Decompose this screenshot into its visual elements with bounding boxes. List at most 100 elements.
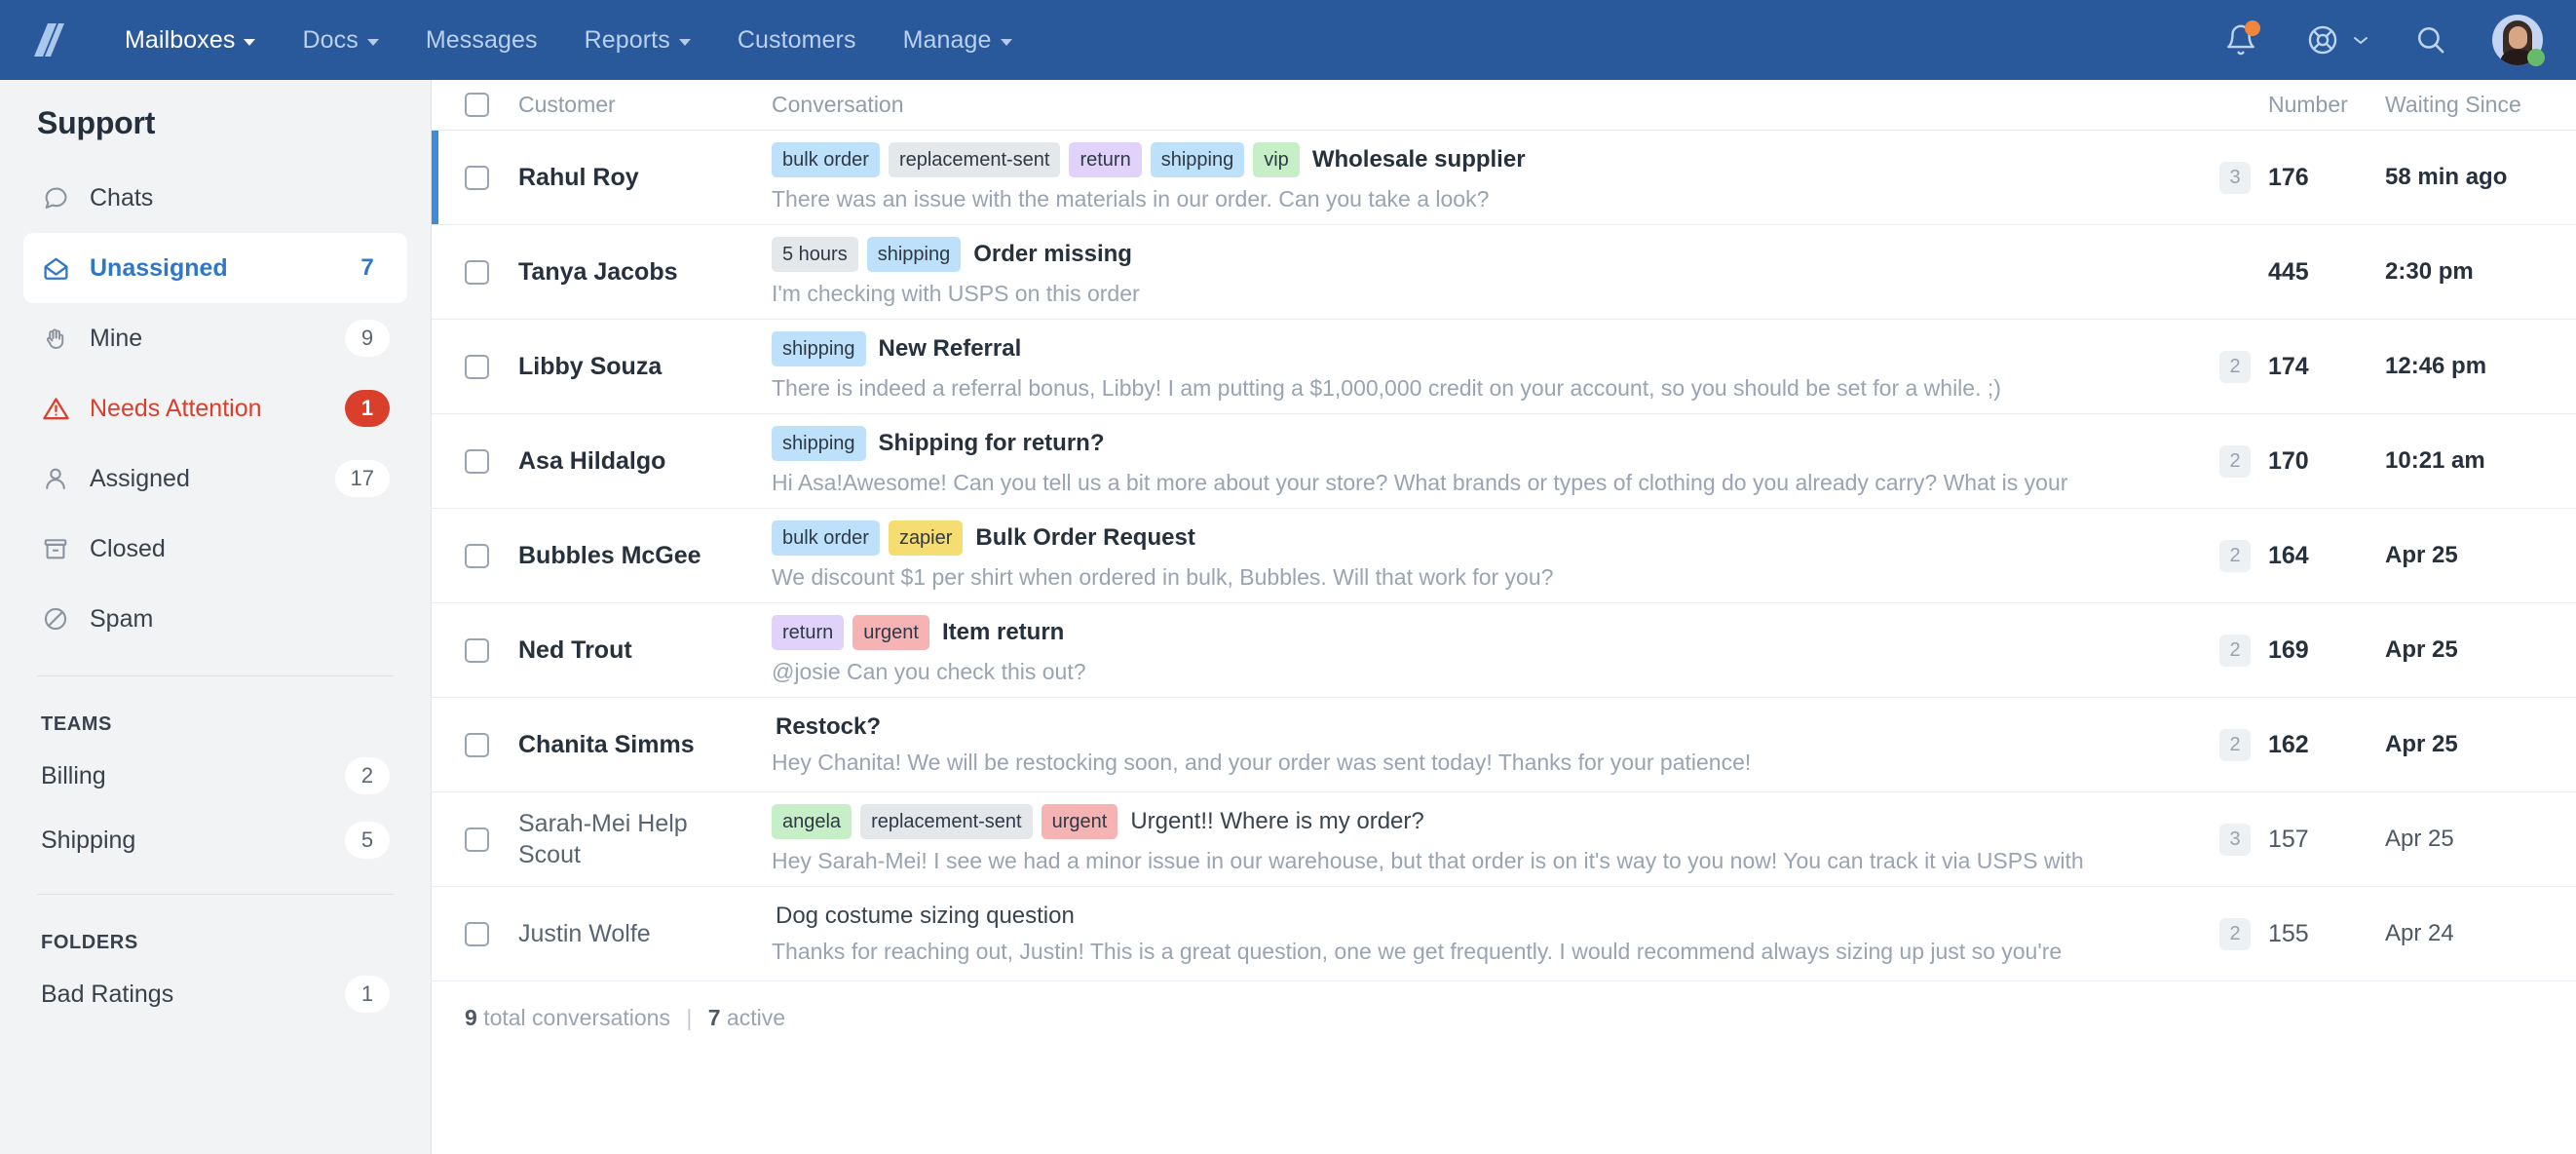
thread-count-badge: 3 xyxy=(2219,161,2251,194)
primary-nav-items: Mailboxes Docs Messages Reports Customer… xyxy=(101,17,1036,64)
conversation-cell: shipping Shipping for return? Hi Asa!Aweso… xyxy=(750,425,2202,497)
sidebar-item-spam[interactable]: Spam xyxy=(23,584,407,654)
sidebar-item-bad-ratings[interactable]: Bad Ratings 1 xyxy=(23,962,407,1026)
conversation-tag[interactable]: bulk order xyxy=(772,141,880,177)
conversation-tag[interactable]: replacement-sent xyxy=(888,141,1061,177)
thread-count-cell: 2 xyxy=(2202,444,2268,478)
search-icon xyxy=(2417,26,2444,54)
nav-item-docs[interactable]: Docs xyxy=(279,17,401,64)
chevron-down-icon xyxy=(244,38,256,46)
table-row[interactable]: Rahul Roy bulk order replacement-sent retur… xyxy=(432,131,2576,225)
row-select-checkbox[interactable] xyxy=(465,827,489,852)
table-row[interactable]: Sarah-Mei Help Scout angela replacement-se… xyxy=(432,792,2576,887)
conversation-tag[interactable]: urgent xyxy=(852,614,929,650)
nav-item-customers-label: Customers xyxy=(737,25,856,54)
sidebar-item-assigned-label: Assigned xyxy=(90,464,190,492)
no-entry-icon xyxy=(41,604,70,634)
nav-item-customers[interactable]: Customers xyxy=(714,17,880,64)
table-row[interactable]: Chanita Simms Restock? Hey Chanita! We wil… xyxy=(432,698,2576,792)
app-body: Support Chats Unassigned 7 Mine 9 Needs … xyxy=(0,80,2576,1154)
sidebar-item-needs-attention-count: 1 xyxy=(345,390,390,427)
active-conversations-count: 7 xyxy=(707,1005,721,1030)
conversation-subject: Order missing xyxy=(973,240,1132,267)
sidebar-item-assigned[interactable]: Assigned 17 xyxy=(23,443,407,514)
customer-cell: Sarah-Mei Help Scout xyxy=(489,808,750,870)
chevron-down-icon xyxy=(1000,38,1012,46)
table-row[interactable]: Justin Wolfe Dog costume sizing question T… xyxy=(432,887,2576,981)
column-header-conversation[interactable]: Conversation xyxy=(750,92,2202,118)
sidebar-item-billing-label: Billing xyxy=(41,761,106,789)
row-select-checkbox[interactable] xyxy=(465,637,489,663)
customer-name: Chanita Simms xyxy=(518,731,695,758)
sidebar-item-assigned-count: 17 xyxy=(334,460,390,497)
sidebar-item-unassigned[interactable]: Unassigned 7 xyxy=(23,233,407,303)
conversation-tag[interactable]: shipping xyxy=(772,330,866,366)
conversation-preview: We discount $1 per shirt when ordered in… xyxy=(772,563,1554,590)
conversation-tag[interactable]: replacement-sent xyxy=(860,803,1033,839)
table-row[interactable]: Libby Souza shipping New Referral There is … xyxy=(432,320,2576,414)
thread-count-cell: 3 xyxy=(2202,823,2268,856)
conversation-preview: There is indeed a referral bonus, Libby!… xyxy=(772,374,2001,401)
conversation-tag[interactable]: shipping xyxy=(772,425,866,461)
table-row[interactable]: Tanya Jacobs 5 hours shipping Order missing… xyxy=(432,225,2576,320)
column-header-waiting-since[interactable]: Waiting Since xyxy=(2385,92,2576,118)
nav-item-messages[interactable]: Messages xyxy=(402,17,561,64)
sidebar-item-mine[interactable]: Mine 9 xyxy=(23,303,407,373)
sidebar-item-shipping[interactable]: Shipping 5 xyxy=(23,808,407,872)
sidebar-item-chats[interactable]: Chats xyxy=(23,163,407,233)
conversation-tag[interactable]: vip xyxy=(1253,141,1300,177)
conversation-tag[interactable]: urgent xyxy=(1041,803,1118,839)
customer-name: Tanya Jacobs xyxy=(518,258,678,286)
row-select-checkbox[interactable] xyxy=(465,543,489,568)
customer-name: Rahul Roy xyxy=(518,164,639,191)
row-select-checkbox[interactable] xyxy=(465,732,489,757)
nav-item-manage-label: Manage xyxy=(902,25,992,54)
nav-item-reports[interactable]: Reports xyxy=(561,17,714,64)
select-all-checkbox[interactable] xyxy=(465,93,489,117)
conversation-tag[interactable]: shipping xyxy=(1150,141,1245,177)
conversation-number: 170 xyxy=(2268,446,2309,475)
conversation-cell: angela replacement-sent urgent Urgent!! Whe… xyxy=(750,803,2202,875)
row-select-checkbox[interactable] xyxy=(465,165,489,190)
notifications-button[interactable] xyxy=(2220,19,2261,60)
row-select-checkbox[interactable] xyxy=(465,354,489,379)
column-header-number[interactable]: Number xyxy=(2268,92,2385,118)
waiting-since-value: Apr 25 xyxy=(2385,636,2458,663)
table-row[interactable]: Asa Hildalgo shipping Shipping for return?… xyxy=(432,414,2576,509)
customer-cell: Justin Wolfe xyxy=(489,918,750,949)
nav-item-manage[interactable]: Manage xyxy=(880,17,1036,64)
lifebuoy-icon xyxy=(2308,25,2337,55)
nav-item-mailboxes-label: Mailboxes xyxy=(125,25,236,54)
helpscout-logo-icon[interactable] xyxy=(25,18,70,62)
thread-count-badge: 2 xyxy=(2219,634,2251,667)
thread-count-badge: 2 xyxy=(2219,728,2251,761)
nav-item-mailboxes[interactable]: Mailboxes xyxy=(101,17,279,64)
row-select-checkbox[interactable] xyxy=(465,448,489,474)
conversation-tag[interactable]: zapier xyxy=(888,519,964,556)
sidebar-item-closed[interactable]: Closed xyxy=(23,514,407,584)
conversation-cell: Restock? Hey Chanita! We will be restocki… xyxy=(750,712,2202,777)
conversation-tag[interactable]: angela xyxy=(772,803,852,839)
page-title: Support xyxy=(37,105,156,140)
help-menu-button[interactable] xyxy=(2302,19,2369,60)
table-row[interactable]: Ned Trout return urgent Item return @josie C… xyxy=(432,603,2576,698)
sidebar-item-needs-attention[interactable]: Needs Attention 1 xyxy=(23,373,407,443)
row-select-checkbox[interactable] xyxy=(465,921,489,946)
sidebar-item-unassigned-count: 7 xyxy=(360,254,374,281)
conversation-subject: Restock? xyxy=(776,712,882,740)
conversation-tag[interactable]: 5 hours xyxy=(772,236,858,272)
sidebar-item-billing[interactable]: Billing 2 xyxy=(23,744,407,808)
conversation-tag[interactable]: bulk order xyxy=(772,519,880,556)
column-header-customer[interactable]: Customer xyxy=(489,92,750,118)
sidebar-item-spam-label: Spam xyxy=(90,604,154,633)
search-button[interactable] xyxy=(2410,19,2451,60)
conversation-tag[interactable]: return xyxy=(1069,141,1142,177)
conversation-number: 155 xyxy=(2268,919,2309,947)
conversation-tag[interactable]: shipping xyxy=(866,236,962,272)
user-avatar-button[interactable] xyxy=(2492,15,2545,66)
row-select-checkbox[interactable] xyxy=(465,259,489,285)
conversation-tag[interactable]: return xyxy=(772,614,845,650)
table-row[interactable]: Bubbles McGee bulk order zapier Bulk Order … xyxy=(432,509,2576,603)
conversation-cell: 5 hours shipping Order missing I'm checking… xyxy=(750,236,2202,308)
conversation-subject: Item return xyxy=(941,618,1065,645)
